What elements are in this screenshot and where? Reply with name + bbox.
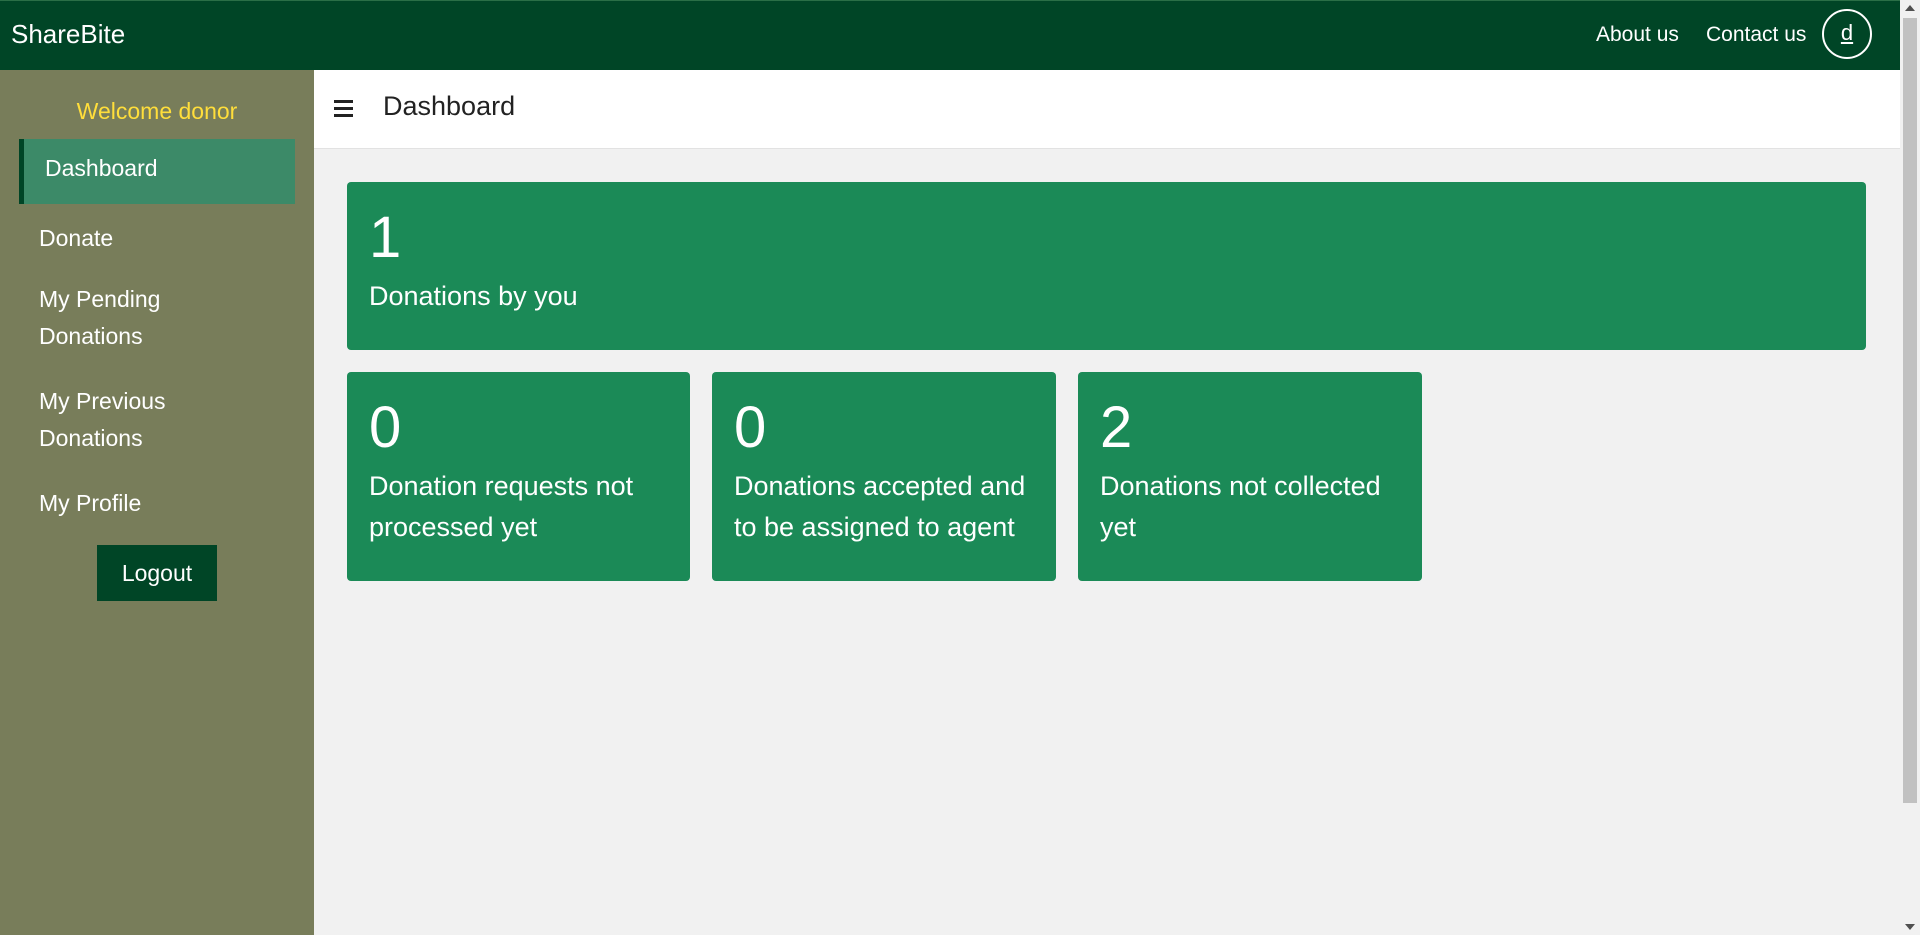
not-collected-card: 2 Donations not collected yet — [1078, 372, 1422, 581]
logout-button[interactable]: Logout — [97, 545, 217, 601]
sidebar-item-label: My Pending — [39, 286, 161, 312]
sidebar-item-donate[interactable]: Donate — [39, 220, 113, 257]
sidebar-item-label: My Previous — [39, 388, 166, 414]
scroll-up-arrow-icon[interactable] — [1905, 5, 1915, 11]
vertical-scrollbar[interactable] — [1900, 0, 1920, 935]
sidebar-item-pending-donations[interactable]: My Pending Donations — [39, 281, 160, 355]
card-label-line: Donations accepted and — [734, 471, 1026, 501]
donations-by-you-card: 1 Donations by you — [347, 182, 1866, 350]
card-value: 0 — [369, 395, 402, 460]
contact-us-link[interactable]: Contact us — [1706, 23, 1806, 47]
card-value: 1 — [369, 205, 402, 270]
sidebar: Welcome donor Dashboard Donate My Pendin… — [0, 70, 314, 935]
about-us-link[interactable]: About us — [1596, 23, 1679, 47]
accepted-to-be-assigned-card: 0 Donations accepted and to be assigned … — [712, 372, 1056, 581]
card-value: 2 — [1100, 395, 1133, 460]
brand-logo[interactable]: ShareBite — [11, 19, 125, 50]
card-label-line: Donations not collected — [1100, 471, 1381, 501]
sidebar-item-label: Donations — [39, 323, 143, 349]
card-label-line: processed yet — [369, 512, 538, 542]
card-label-line: yet — [1100, 512, 1137, 542]
sidebar-item-previous-donations[interactable]: My Previous Donations — [39, 383, 166, 457]
scrollbar-thumb[interactable] — [1903, 18, 1917, 803]
sidebar-item-my-profile[interactable]: My Profile — [39, 485, 141, 522]
hamburger-menu-icon[interactable] — [334, 100, 353, 117]
card-label-line: Donation requests not — [369, 471, 634, 501]
card-label: Donations not collected yet — [1100, 466, 1400, 548]
page-title: Dashboard — [383, 91, 516, 121]
card-label: Donation requests not processed yet — [369, 466, 668, 548]
sidebar-item-label: Dashboard — [45, 155, 158, 181]
user-avatar-button[interactable]: d — [1822, 9, 1872, 59]
card-label-line: to be assigned to agent — [734, 512, 1015, 542]
card-value: 0 — [734, 395, 767, 460]
content-header: Dashboard — [314, 70, 1900, 149]
card-label: Donations by you — [369, 281, 578, 311]
requests-not-processed-card: 0 Donation requests not processed yet — [347, 372, 690, 581]
card-label: Donations accepted and to be assigned to… — [734, 466, 1034, 548]
welcome-text: Welcome donor — [76, 98, 238, 124]
top-navbar: ShareBite About us Contact us d — [0, 0, 1900, 70]
scroll-down-arrow-icon[interactable] — [1905, 924, 1915, 930]
sidebar-item-label: Donations — [39, 425, 143, 451]
sidebar-item-dashboard[interactable]: Dashboard — [19, 139, 295, 204]
